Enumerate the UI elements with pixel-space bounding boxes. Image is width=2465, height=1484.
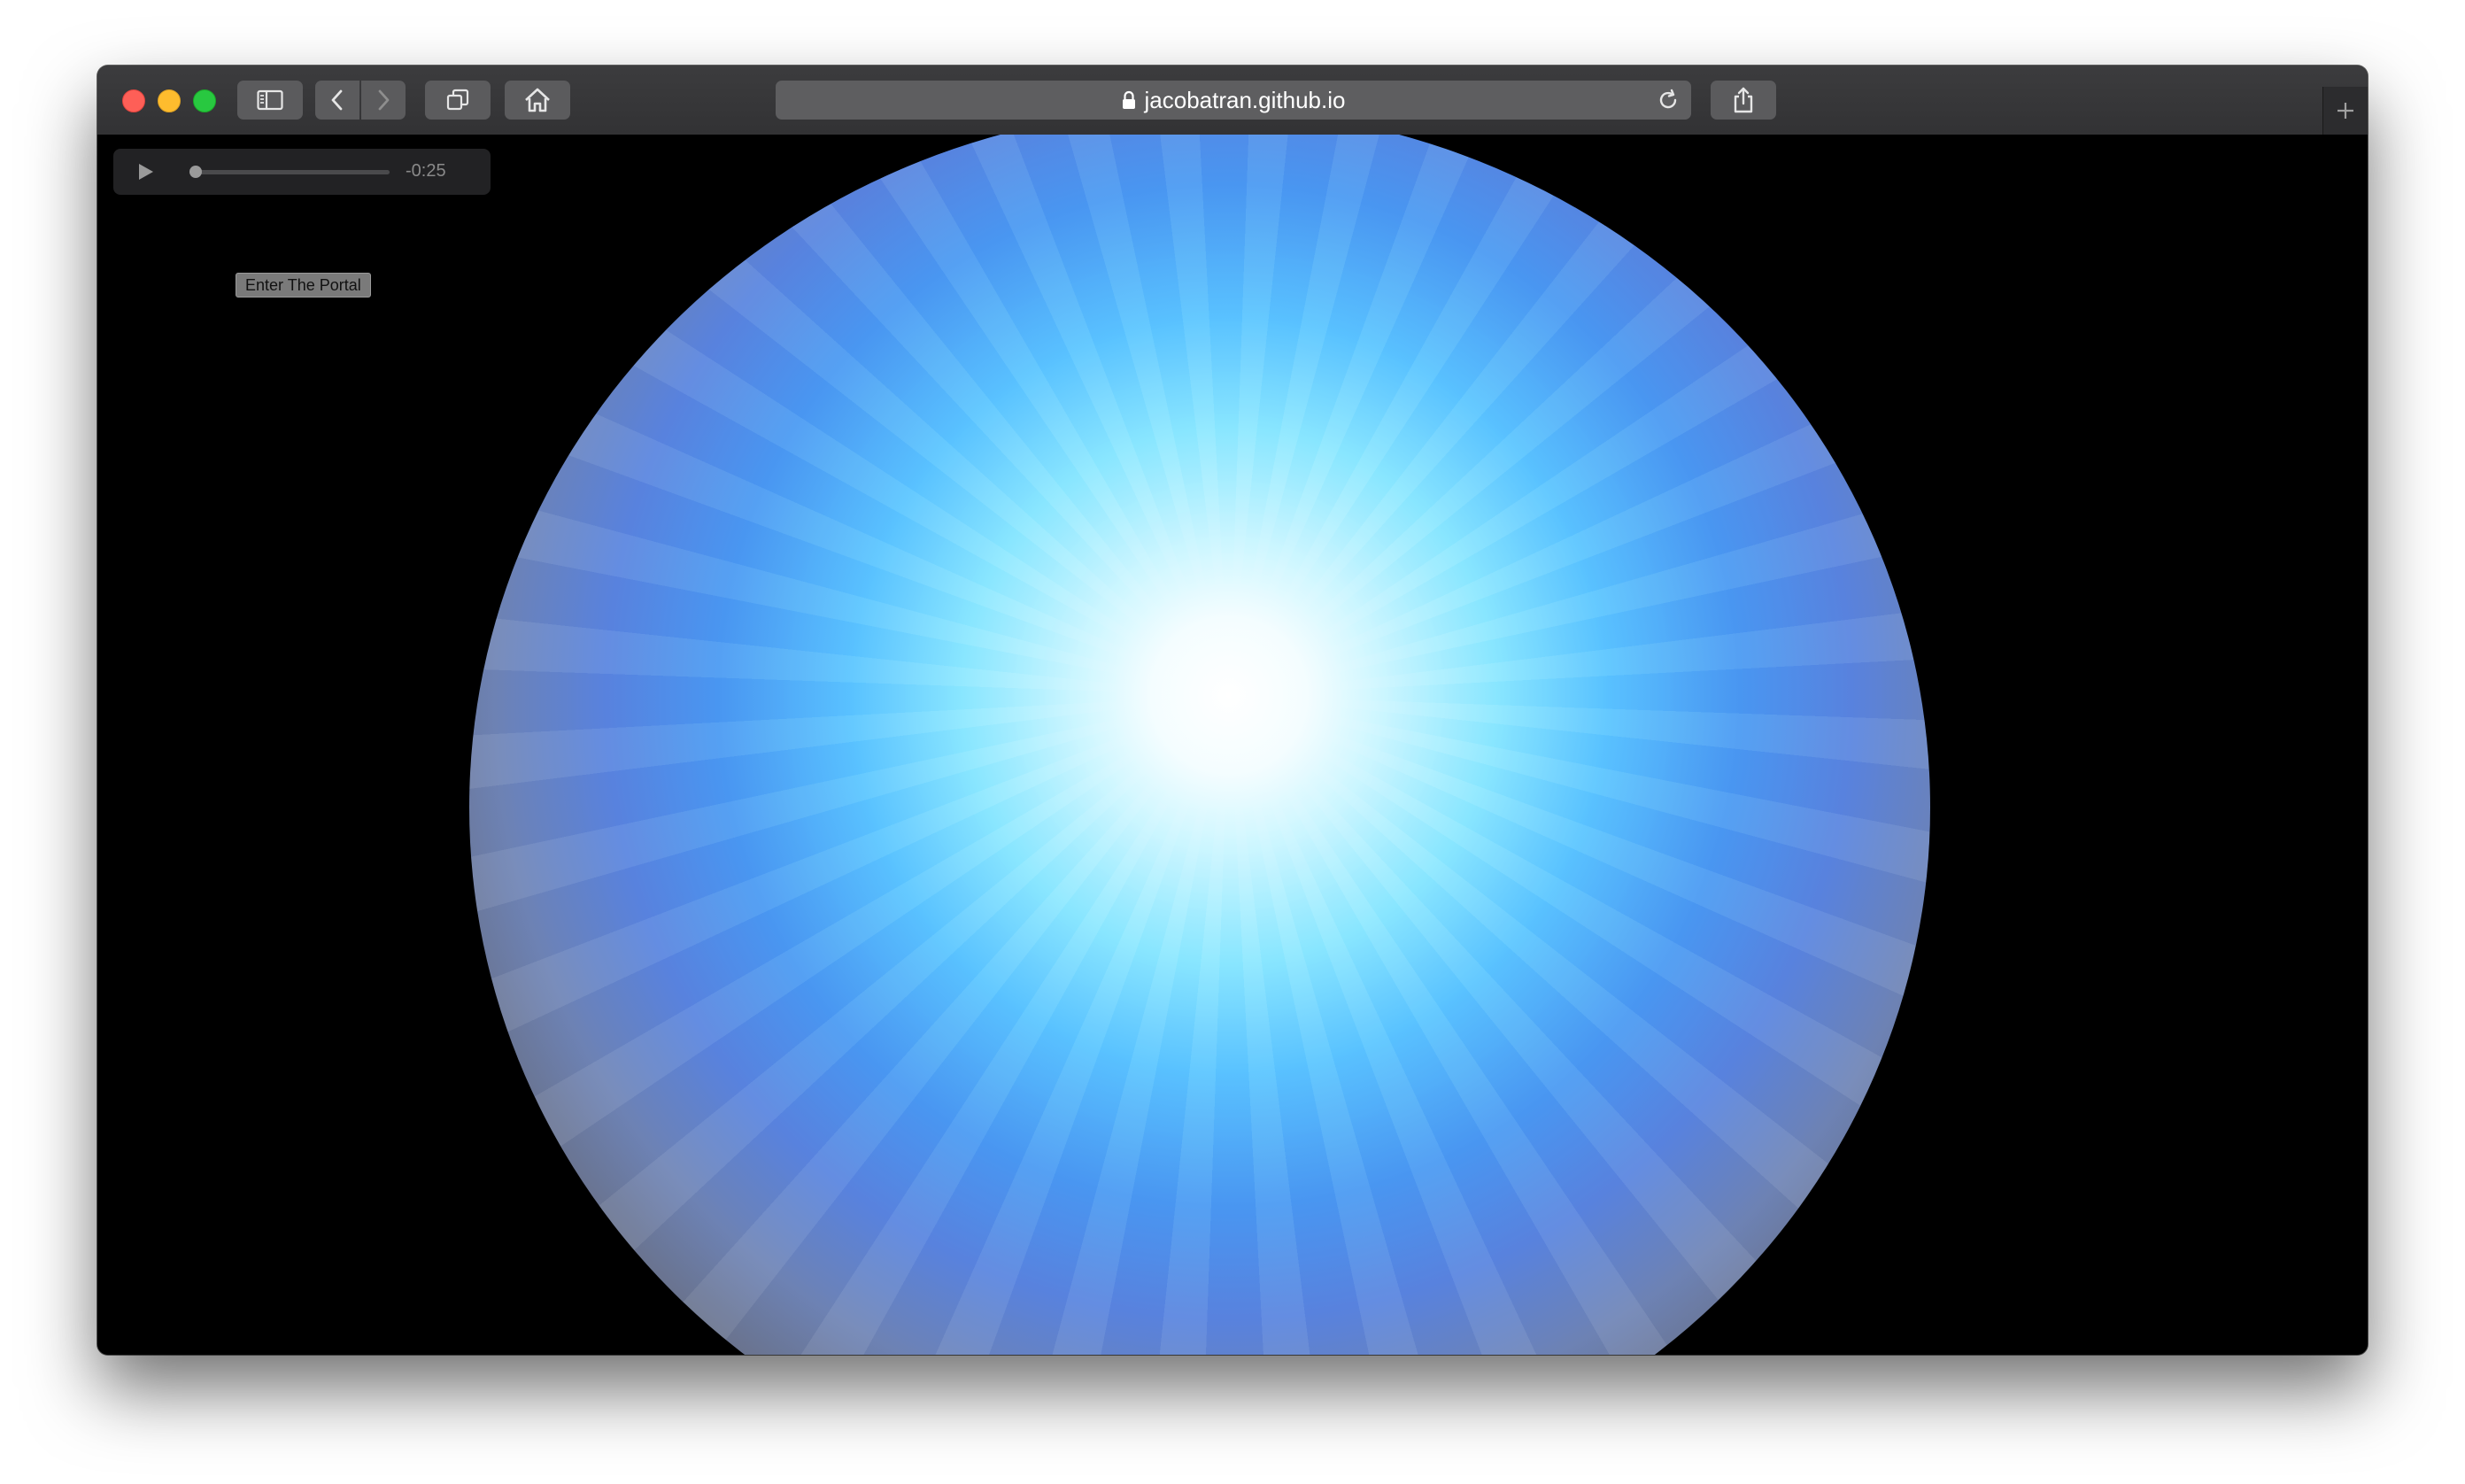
- browser-toolbar: jacobatran.github.io: [97, 66, 2368, 135]
- reload-icon[interactable]: [1656, 88, 1681, 112]
- sidebar-toggle-button[interactable]: [237, 81, 303, 120]
- page-canvas[interactable]: -0:25 Enter The Portal: [97, 135, 2368, 1355]
- share-button[interactable]: [1711, 81, 1776, 120]
- zoom-window-button[interactable]: [193, 89, 216, 112]
- browser-window: jacobatran.github.io -0:25 Enter The Por…: [97, 66, 2368, 1355]
- play-icon[interactable]: [135, 161, 156, 182]
- home-icon: [525, 88, 550, 112]
- plus-icon: [2338, 103, 2353, 119]
- audio-progress-knob[interactable]: [189, 166, 202, 178]
- new-tab-button[interactable]: [2322, 87, 2368, 135]
- url-text: jacobatran.github.io: [1144, 86, 1346, 113]
- portal-orb-swirl: [469, 135, 1930, 1355]
- chevron-right-icon: [378, 89, 390, 111]
- audio-progress-slider[interactable]: [189, 166, 390, 178]
- home-button[interactable]: [505, 81, 570, 120]
- back-button[interactable]: [315, 81, 359, 120]
- time-remaining: -0:25: [406, 161, 446, 181]
- tab-overview-button[interactable]: [425, 81, 491, 120]
- sidebar-icon: [257, 89, 283, 111]
- lock-icon: [1122, 90, 1136, 110]
- tabs-overview-icon: [446, 89, 469, 111]
- enter-portal-button[interactable]: Enter The Portal: [236, 273, 371, 298]
- audio-player: -0:25: [113, 149, 491, 195]
- chevron-left-icon: [331, 89, 343, 111]
- share-icon: [1734, 87, 1753, 113]
- close-window-button[interactable]: [122, 89, 145, 112]
- forward-button[interactable]: [361, 81, 406, 120]
- address-bar[interactable]: jacobatran.github.io: [776, 81, 1691, 120]
- minimize-window-button[interactable]: [158, 89, 181, 112]
